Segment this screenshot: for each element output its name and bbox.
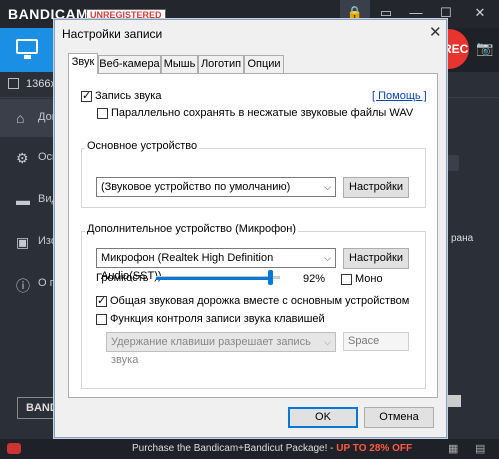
image-icon: ▣	[16, 234, 30, 250]
chevron-down-icon: ⌵	[324, 182, 331, 192]
secondary-settings-button[interactable]: Настройки	[343, 248, 409, 269]
hotkey-label: Функция контроля записи звука клавишей	[110, 313, 325, 325]
primary-device-select[interactable]: (Звуковое устройство по умолчанию) ⌵	[96, 177, 336, 197]
secondary-device-caption: Дополнительное устройство (Микрофон)	[85, 223, 298, 235]
chat-icon[interactable]: ▤	[475, 442, 485, 455]
record-sound-label: Запись звука	[95, 90, 162, 102]
promo-link[interactable]: Purchase the Bandicam+Bandicut Package! …	[132, 443, 412, 454]
parallel-wav-label: Параллельно сохранять в несжатые звуковы…	[111, 107, 414, 119]
sidebar: ⌂ Дом ⚙ Осн ▬ Вид ▣ Изо ⓘ О пр	[0, 99, 62, 439]
sidebar-item-image[interactable]: ▣ Изо	[0, 223, 57, 261]
parallel-wav-checkbox[interactable]	[97, 108, 108, 119]
gear-icon: ⚙	[16, 150, 29, 166]
info-icon: ⓘ	[16, 278, 30, 294]
window-close-button[interactable]: ✕	[461, 0, 499, 28]
video-icon: ▬	[16, 192, 30, 208]
monitor-icon	[16, 39, 38, 54]
hotkey-mode-select[interactable]: Удержание клавиши разрешает запись звука…	[106, 332, 336, 366]
volume-value: 92%	[303, 273, 326, 285]
volume-slider-fill	[156, 277, 270, 280]
ok-button[interactable]: OK	[288, 407, 358, 428]
dialog-close-icon[interactable]: ✕	[429, 23, 442, 41]
primary-settings-button[interactable]: Настройки	[343, 177, 409, 198]
sidebar-item-home[interactable]: ⌂ Дом	[0, 99, 59, 137]
sound-panel: Запись звука [ Помощь ] Параллельно сохр…	[68, 73, 438, 398]
chevron-down-icon: ⌵	[324, 337, 331, 347]
mix-track-label: Общая звуковая дорожка вместе с основным…	[110, 295, 410, 307]
mix-track-checkbox[interactable]	[96, 294, 107, 307]
tab-logo[interactable]: Логотип	[198, 55, 244, 73]
youtube-icon[interactable]	[7, 443, 21, 454]
dialog-title: Настройки записи	[62, 27, 163, 41]
share-icon[interactable]: ▦	[448, 442, 458, 455]
home-icon: ⌂	[16, 110, 25, 126]
volume-label: Громкость	[96, 272, 149, 284]
cancel-button[interactable]: Отмена	[364, 407, 434, 428]
sidebar-item-about[interactable]: ⓘ О пр	[0, 265, 62, 303]
right-panel-box	[447, 395, 461, 407]
hotkey-key-field[interactable]: Space	[343, 332, 409, 351]
right-panel-text: рана	[451, 233, 474, 244]
tab-mouse[interactable]: Мышь	[161, 55, 198, 73]
secondary-device-select[interactable]: Микрофон (Realtek High Definition Audio(…	[96, 248, 336, 282]
mono-label: Моно	[355, 273, 383, 285]
record-settings-dialog: Настройки записи ✕ Звук Веб-камера Мышь …	[54, 19, 447, 438]
hotkey-checkbox[interactable]	[96, 314, 107, 325]
tab-sound[interactable]: Звук	[68, 53, 98, 74]
tab-webcam[interactable]: Веб-камера	[98, 55, 161, 73]
screen-mode-tab[interactable]	[0, 28, 55, 72]
sidebar-item-video[interactable]: ▬ Вид	[0, 181, 58, 219]
right-panel-icon	[447, 155, 459, 171]
mono-checkbox[interactable]	[341, 274, 352, 285]
help-link[interactable]: [ Помощь ]	[372, 90, 427, 102]
tab-options[interactable]: Опции	[244, 55, 284, 73]
primary-device-caption: Основное устройство	[85, 140, 200, 152]
bandicut-button[interactable]: BANDI	[17, 397, 61, 419]
camera-icon[interactable]: 📷	[476, 40, 493, 57]
sidebar-item-general[interactable]: ⚙ Осн	[0, 139, 58, 177]
resolution-icon	[8, 78, 19, 89]
record-sound-checkbox[interactable]	[81, 89, 92, 102]
chevron-down-icon: ⌵	[324, 253, 331, 263]
volume-slider-thumb[interactable]	[268, 270, 273, 285]
